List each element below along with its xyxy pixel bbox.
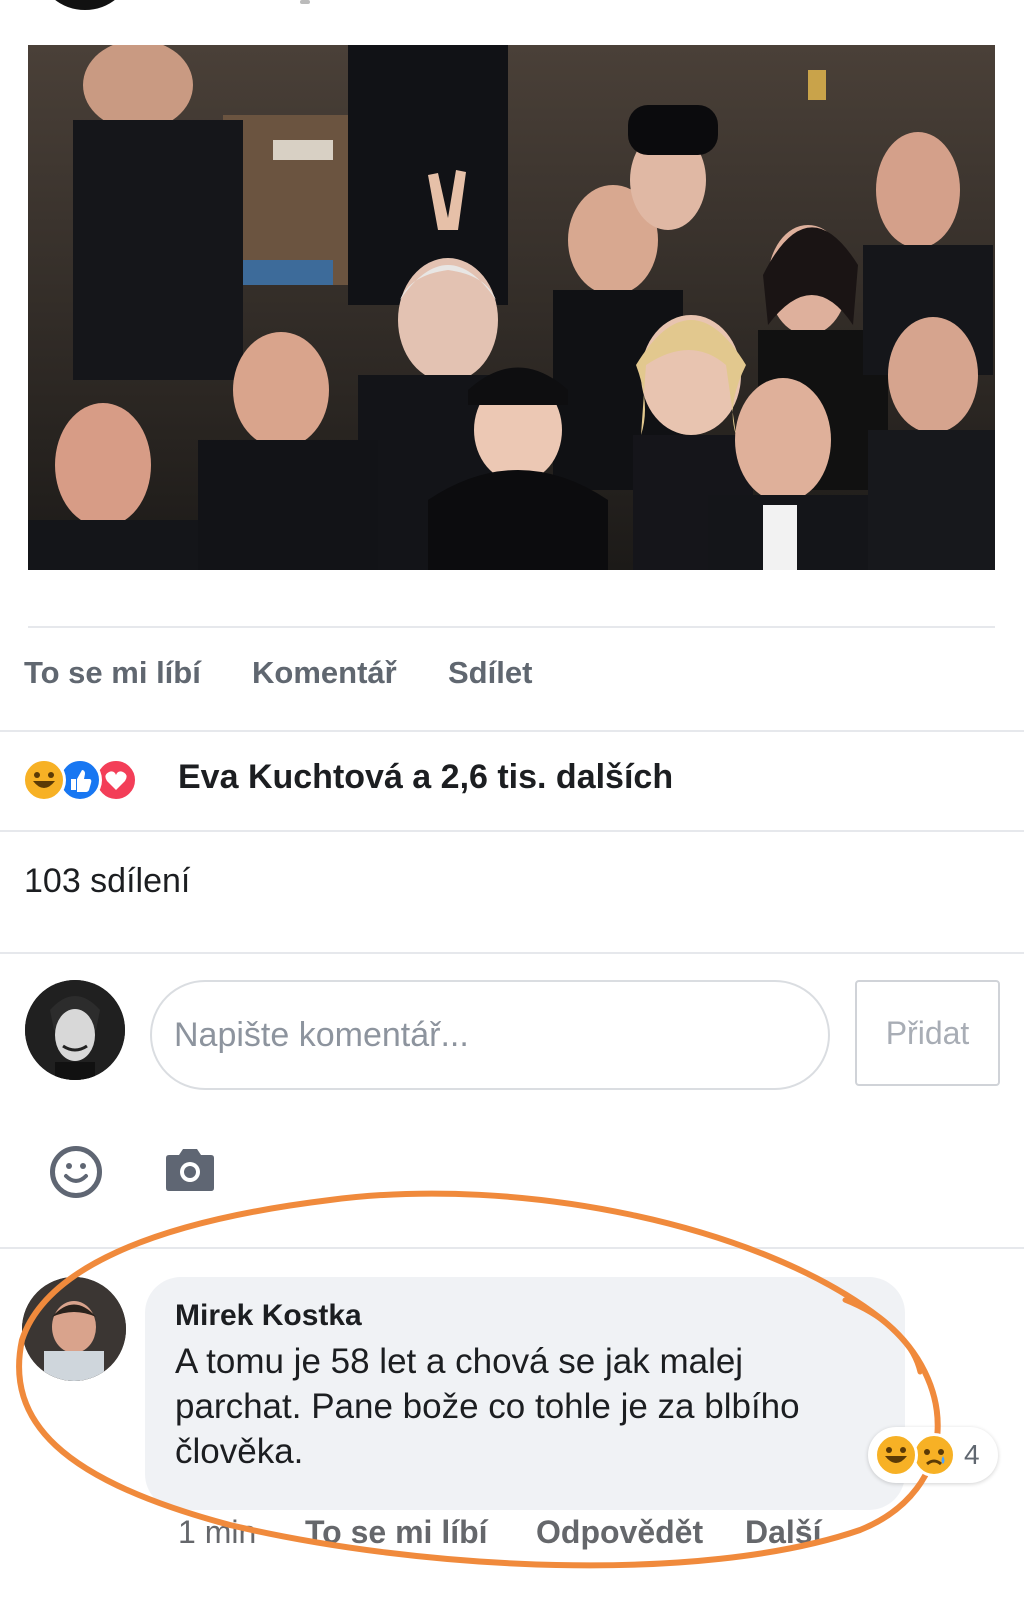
shares-count[interactable]: 103 sdílení — [24, 862, 190, 901]
comment-bubble: Mirek Kostka A tomu je 58 let a chová se… — [145, 1277, 905, 1510]
previous-post-separator — [300, 0, 310, 4]
post-photo[interactable] — [28, 45, 995, 570]
comment-like-button[interactable]: To se mi líbí — [305, 1514, 488, 1551]
add-comment-button[interactable]: Přidat — [855, 980, 1000, 1086]
emoji-icon[interactable] — [50, 1146, 102, 1198]
comment-reply-button[interactable]: Odpovědět — [536, 1514, 703, 1551]
camera-icon[interactable] — [164, 1148, 216, 1192]
section-divider — [0, 952, 1024, 954]
action-bar-divider — [28, 626, 995, 628]
section-divider — [0, 830, 1024, 832]
commenter-avatar[interactable] — [22, 1277, 126, 1381]
comment-reactions[interactable]: 4 — [868, 1427, 998, 1483]
section-divider — [0, 730, 1024, 732]
comment-input[interactable] — [150, 980, 830, 1090]
section-divider — [0, 1247, 1024, 1249]
comment-reaction-count: 4 — [964, 1439, 980, 1470]
comment-text: A tomu je 58 let a chová se jak malej pa… — [175, 1342, 800, 1471]
share-button[interactable]: Sdílet — [448, 655, 532, 691]
haha-icon — [874, 1433, 918, 1477]
comment-more-button[interactable]: Další — [745, 1514, 821, 1551]
reactions-summary-text[interactable]: Eva Kuchtová a 2,6 tis. dalších — [178, 758, 673, 797]
comment-timestamp: 1 min — [178, 1514, 257, 1550]
like-button[interactable]: To se mi líbí — [24, 655, 201, 691]
comment-button[interactable]: Komentář — [252, 655, 397, 691]
photo-illustration — [28, 45, 995, 570]
previous-post-avatar[interactable] — [40, 0, 130, 10]
commenter-name[interactable]: Mirek Kostka — [175, 1299, 875, 1333]
sad-icon — [912, 1433, 956, 1477]
reactions-summary[interactable] — [22, 758, 172, 806]
my-avatar[interactable] — [25, 980, 125, 1080]
haha-icon — [22, 758, 66, 802]
